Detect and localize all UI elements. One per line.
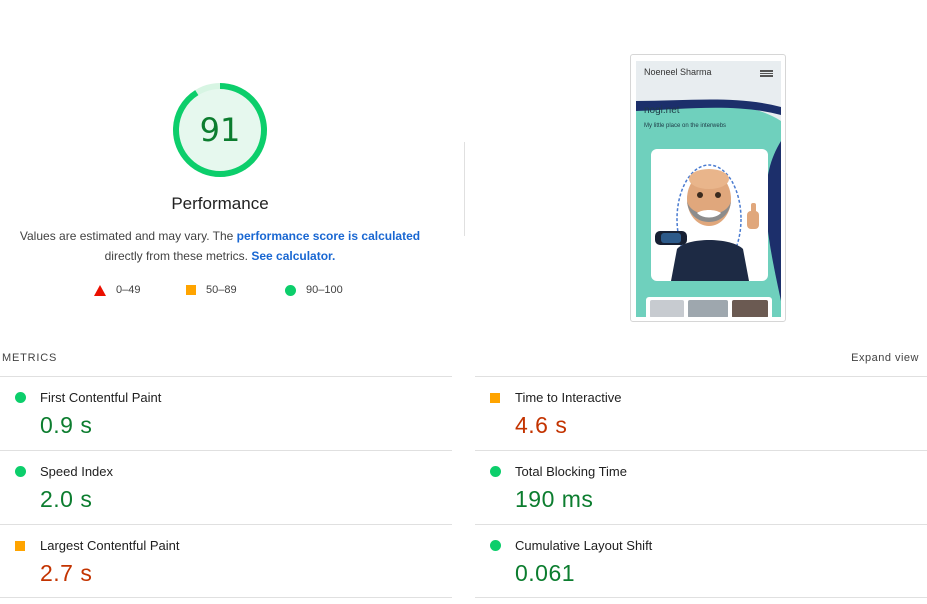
see-calculator-link[interactable]: See calculator. (251, 249, 335, 263)
rating-average-icon (490, 393, 500, 403)
score-calculated-link[interactable]: performance score is calculated (237, 229, 420, 243)
metric-speed-index: Speed Index 2.0 s (0, 450, 452, 524)
metric-title: First Contentful Paint (40, 390, 162, 405)
thumbnail-strip (646, 297, 772, 317)
score-legend: 0–49 50–89 90–100 (0, 284, 440, 300)
metric-title: Largest Contentful Paint (40, 538, 180, 553)
metrics-bottom-rule (475, 597, 927, 598)
legend-good: 90–100 (285, 284, 343, 296)
site-author: Noeneel Sharma (644, 67, 712, 77)
legend-poor: 0–49 (94, 284, 140, 296)
metrics-section-label: METRICS (2, 352, 58, 364)
metric-value: 2.7 s (40, 560, 93, 586)
thumbnail (732, 300, 768, 317)
thumbnail (688, 300, 728, 317)
square-icon (186, 285, 196, 295)
legend-poor-label: 0–49 (116, 284, 141, 296)
rating-good-icon (490, 540, 501, 551)
metric-title: Speed Index (40, 464, 114, 479)
legend-average-label: 50–89 (206, 284, 237, 296)
description-text-2: directly from these metrics. (104, 249, 252, 263)
metric-value: 190 ms (515, 486, 594, 512)
performance-title: Performance (171, 194, 269, 213)
rating-good-icon (15, 392, 26, 403)
metric-title: Cumulative Layout Shift (515, 538, 653, 553)
thumbnail (650, 300, 684, 317)
performance-score: 91 (199, 111, 241, 149)
performance-gauge: 91 (170, 80, 270, 180)
legend-average: 50–89 (186, 284, 237, 296)
rating-good-icon (490, 466, 501, 477)
metric-value: 0.9 s (40, 412, 93, 438)
avatar-icon (655, 164, 759, 281)
legend-good-label: 90–100 (306, 284, 343, 296)
site-header: Noeneel Sharma (636, 61, 781, 87)
description-text-1: Values are estimated and may vary. The (19, 229, 237, 243)
metric-title: Total Blocking Time (515, 464, 627, 479)
metric-value: 2.0 s (40, 486, 93, 512)
expand-view-button[interactable]: Expand view (851, 352, 919, 364)
triangle-icon (94, 284, 106, 296)
metric-value: 0.061 (515, 560, 576, 586)
metric-first-contentful-paint: First Contentful Paint 0.9 s (0, 376, 452, 450)
rating-good-icon (15, 466, 26, 477)
rating-average-icon (15, 541, 25, 551)
metric-title: Time to Interactive (515, 390, 622, 405)
metric-largest-contentful-paint: Largest Contentful Paint 2.7 s (0, 524, 452, 598)
metrics-bottom-rule (0, 597, 452, 598)
metric-cumulative-layout-shift: Cumulative Layout Shift 0.061 (475, 524, 927, 598)
site-tagline: My little place on the interwebs (644, 123, 727, 129)
metric-total-blocking-time: Total Blocking Time 190 ms (475, 450, 927, 524)
metric-value: 4.6 s (515, 412, 568, 438)
screenshot-viewport: Noeneel Sharma nogi.net My little place … (636, 61, 781, 317)
site-name: nogi.net (644, 105, 680, 116)
metric-time-to-interactive: Time to Interactive 4.6 s (475, 376, 927, 450)
final-screenshot[interactable]: Noeneel Sharma nogi.net My little place … (630, 54, 786, 322)
circle-icon (285, 284, 296, 296)
avatar-card (651, 149, 768, 281)
vertical-divider (464, 142, 465, 236)
menu-icon (760, 70, 773, 77)
performance-description: Values are estimated and may vary. The p… (12, 226, 428, 266)
